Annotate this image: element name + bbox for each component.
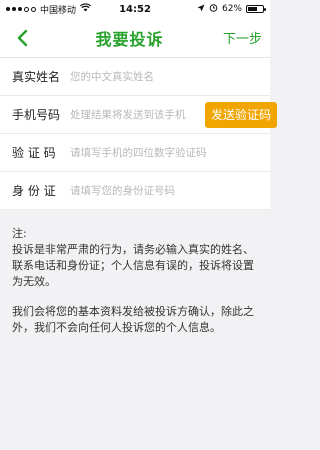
- location-arrow-icon: [197, 4, 205, 15]
- notes-paragraph-2: 我们会将您的基本资料发给被投诉方确认，除此之外，我们不会向任何人投诉您的个人信息…: [12, 305, 254, 334]
- id-row: 身 份 证: [0, 172, 270, 210]
- carrier-name: 中国移动: [40, 5, 77, 16]
- nav-bar: 我要投诉 下一步: [0, 18, 270, 58]
- status-left: 中国移动: [6, 3, 116, 16]
- next-step-button[interactable]: 下一步: [223, 28, 262, 47]
- verification-code-input[interactable]: [70, 146, 270, 159]
- alarm-icon: [209, 3, 218, 15]
- notes-section: 注: 投诉是非常严肃的行为，请务必输入真实的姓名、联系电话和身份证；个人信息有误…: [0, 210, 270, 336]
- notes-paragraph-1: 投诉是非常严肃的行为，请务必输入真实的姓名、联系电话和身份证；个人信息有误的，投…: [12, 243, 254, 288]
- wifi-icon: [80, 3, 92, 15]
- status-right: 62%: [154, 3, 266, 15]
- battery-icon: [246, 5, 266, 13]
- battery-fill: [248, 7, 257, 11]
- status-time: 14:52: [119, 3, 151, 15]
- back-button[interactable]: [8, 24, 36, 52]
- battery-percent: 62%: [221, 4, 242, 14]
- page-title: 我要投诉: [95, 29, 164, 49]
- id-label: 身 份 证: [12, 184, 56, 198]
- chevron-left-icon: [17, 29, 28, 46]
- signal-dots-icon: [6, 6, 36, 12]
- status-bar: 中国移动 14:52 62%: [0, 0, 270, 18]
- id-card-input[interactable]: [70, 184, 270, 197]
- code-label: 验 证 码: [12, 146, 56, 160]
- send-code-button[interactable]: 发送验证码: [205, 101, 278, 128]
- real-name-input[interactable]: [70, 70, 270, 83]
- complaint-form: 真实姓名 手机号码 发送验证码 验 证 码 身 份 证: [0, 58, 278, 210]
- phone-input[interactable]: [70, 108, 205, 121]
- code-row: 验 证 码: [0, 134, 270, 172]
- phone-label: 手机号码: [12, 108, 61, 122]
- name-row: 真实姓名: [0, 58, 270, 96]
- phone-row: 手机号码 发送验证码: [0, 96, 278, 134]
- name-label: 真实姓名: [12, 70, 61, 84]
- complaint-screen: 中国移动 14:52 62% 我要投诉 下一步 真实姓名 您的中文真实姓名 手机…: [0, 0, 278, 450]
- notes-title: 注:: [12, 227, 27, 240]
